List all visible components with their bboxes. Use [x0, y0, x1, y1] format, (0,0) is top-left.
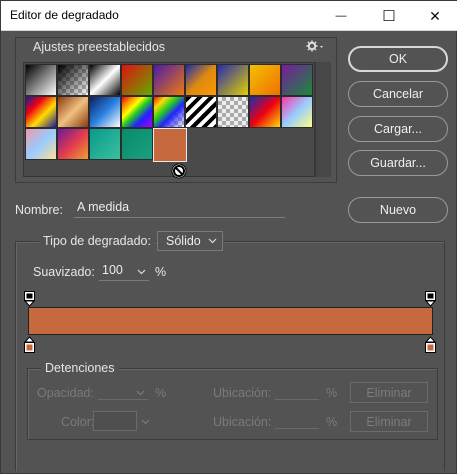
window-title: Editor de degradado — [10, 8, 119, 22]
preset-swatch[interactable] — [185, 96, 217, 128]
save-button[interactable]: Guardar... — [348, 150, 448, 176]
gradient-type-label: Tipo de degradado: — [39, 234, 155, 248]
preset-swatch[interactable] — [153, 64, 185, 96]
opacity-location-label: Ubicación: — [213, 386, 272, 400]
opacity-stop-left[interactable] — [23, 291, 36, 307]
presets-label: Ajustes preestablecidos — [33, 40, 166, 54]
smoothness-label: Suavizado: — [33, 265, 95, 279]
preset-swatch[interactable] — [89, 96, 121, 128]
preset-swatch[interactable] — [185, 64, 217, 96]
preset-swatch-selected[interactable] — [153, 128, 187, 162]
preset-swatch[interactable] — [217, 64, 249, 96]
presets-menu-button[interactable] — [305, 39, 325, 53]
name-label: Nombre: — [15, 203, 63, 217]
delete-color-stop-button[interactable]: Eliminar — [350, 411, 428, 432]
preset-swatch[interactable] — [249, 64, 281, 96]
opacity-input[interactable] — [98, 384, 148, 400]
chevron-down-icon[interactable] — [141, 419, 150, 425]
gradient-editor-window: Editor de degradado — ☐ ✕ Ajustes preest… — [0, 0, 457, 474]
preset-swatch[interactable] — [217, 96, 249, 128]
opacity-label: Opacidad: — [37, 386, 94, 400]
title-bar: Editor de degradado — ☐ ✕ — [1, 1, 457, 31]
preset-swatch[interactable] — [121, 96, 153, 128]
gradient-type-select[interactable]: Sólido — [157, 231, 223, 251]
preset-swatch[interactable] — [57, 96, 89, 128]
preset-swatch[interactable] — [25, 64, 57, 96]
preset-swatch[interactable] — [281, 96, 313, 128]
preset-swatch[interactable] — [121, 128, 153, 160]
preset-swatch[interactable] — [89, 128, 121, 160]
color-stop-left[interactable] — [23, 336, 36, 353]
color-swatch-input[interactable] — [93, 411, 137, 431]
maximize-button[interactable]: ☐ — [366, 1, 412, 31]
close-icon: ✕ — [429, 7, 441, 24]
opacity-stop-icon — [424, 291, 437, 307]
smoothness-unit: % — [155, 265, 167, 279]
chevron-down-icon — [208, 238, 217, 244]
stops-label: Detenciones — [41, 361, 119, 375]
smoothness-value: 100 — [102, 263, 123, 277]
preset-swatch[interactable] — [57, 64, 89, 96]
preset-swatch[interactable] — [281, 64, 313, 96]
ok-button[interactable]: OK — [348, 46, 448, 72]
close-button[interactable]: ✕ — [412, 1, 457, 31]
preset-swatch[interactable] — [153, 96, 185, 128]
color-location-label: Ubicación: — [213, 415, 272, 429]
not-allowed-icon — [171, 163, 187, 179]
chevron-down-icon — [136, 390, 145, 396]
color-location-unit: % — [326, 415, 338, 429]
preset-swatch[interactable] — [57, 128, 89, 160]
opacity-stop-icon — [23, 291, 36, 307]
new-button[interactable]: Nuevo — [348, 197, 448, 223]
load-button[interactable]: Cargar... — [348, 116, 448, 142]
preset-swatch[interactable] — [249, 96, 281, 128]
preset-swatch[interactable] — [121, 64, 153, 96]
maximize-icon: ☐ — [382, 8, 396, 25]
presets-grid — [23, 62, 315, 177]
not-allowed-cursor — [171, 163, 187, 184]
preset-swatch[interactable] — [89, 64, 121, 96]
color-stop-icon — [424, 336, 437, 353]
color-stop-icon — [23, 336, 36, 353]
color-location-input[interactable] — [275, 413, 319, 429]
chevron-down-icon[interactable] — [137, 269, 146, 275]
presets-scrollbar[interactable] — [315, 62, 331, 177]
opacity-location-input[interactable] — [275, 384, 319, 400]
gradient-type-value: Sólido — [166, 234, 201, 248]
opacity-location-unit: % — [326, 386, 338, 400]
delete-opacity-stop-button[interactable]: Eliminar — [350, 382, 428, 403]
preset-swatch[interactable] — [25, 128, 57, 160]
color-stop-right[interactable] — [424, 336, 437, 353]
opacity-stop-right[interactable] — [424, 291, 437, 307]
name-input[interactable]: A medida — [74, 200, 285, 218]
minimize-icon: — — [335, 10, 347, 22]
cancel-button[interactable]: Cancelar — [348, 81, 448, 107]
gradient-preview-bar[interactable] — [28, 307, 433, 335]
preset-swatch[interactable] — [25, 96, 57, 128]
smoothness-input[interactable]: 100 — [99, 263, 149, 281]
color-label: Color: — [61, 415, 95, 429]
opacity-unit: % — [155, 386, 167, 400]
gear-icon — [306, 40, 323, 52]
minimize-button[interactable]: — — [318, 1, 364, 31]
